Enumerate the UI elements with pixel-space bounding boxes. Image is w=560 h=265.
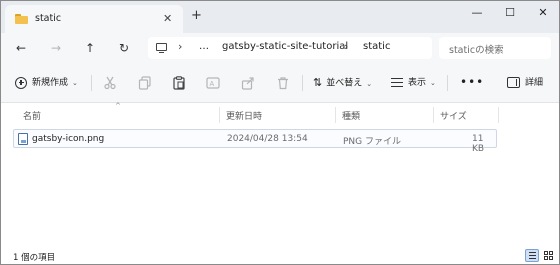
column-divider[interactable] <box>498 107 499 123</box>
search-input[interactable]: staticの検索 <box>449 42 504 56</box>
chevron-down-icon: ⌄ <box>430 79 436 87</box>
command-bar: 新規作成 ⌄ A ⇅ 並べ替え ⌄ 表示 ⌄ ••• 詳細 <box>1 63 559 103</box>
breadcrumb-static[interactable]: static <box>363 41 390 52</box>
png-file-icon <box>18 133 28 145</box>
address-bar[interactable]: › … gatsby-static-site-tutorial › static <box>148 37 432 59</box>
tab-static[interactable]: static ✕ <box>5 5 183 33</box>
navigation-bar: ← → ↑ ↻ › … gatsby-static-site-tutorial … <box>1 33 559 63</box>
toolbar-divider <box>447 75 448 91</box>
view-icon <box>391 77 403 88</box>
cut-icon[interactable] <box>103 76 117 90</box>
folder-icon <box>15 14 28 24</box>
column-header-size[interactable]: サイズ <box>440 109 467 122</box>
column-header-name[interactable]: 名前 <box>23 109 41 122</box>
minimize-button[interactable]: — <box>467 5 487 21</box>
delete-icon[interactable] <box>276 76 290 90</box>
maximize-button[interactable]: ☐ <box>500 5 520 21</box>
tab-title: static <box>35 13 62 24</box>
paste-icon[interactable] <box>172 76 186 90</box>
tiles-view-button[interactable] <box>542 249 556 262</box>
chevron-down-icon: ⌄ <box>72 79 78 87</box>
file-name: gatsby-icon.png <box>32 134 105 144</box>
new-button[interactable]: 新規作成 ⌄ <box>15 73 78 93</box>
new-tab-button[interactable]: + <box>191 9 202 22</box>
item-count: 1 個の項目 <box>13 253 56 263</box>
toolbar-divider <box>302 75 303 91</box>
table-row[interactable]: gatsby-icon.png 2024/04/28 13:54 PNG ファイ… <box>13 129 497 154</box>
more-options-button[interactable]: ••• <box>460 76 484 88</box>
details-view-button[interactable] <box>525 249 539 262</box>
svg-text:A: A <box>210 81 215 88</box>
sort-button[interactable]: ⇅ 並べ替え ⌄ <box>313 73 372 93</box>
share-icon[interactable] <box>241 76 255 90</box>
refresh-button[interactable]: ↻ <box>115 39 133 57</box>
file-explorer-window: static ✕ + — ☐ ✕ ← → ↑ ↻ › … gatsby-stat… <box>0 0 560 265</box>
status-bar: 1 個の項目 <box>1 245 559 264</box>
details-pane-button[interactable]: 詳細 <box>507 73 543 93</box>
column-header-modified[interactable]: 更新日時 <box>226 109 262 122</box>
title-tab-bar: static ✕ + — ☐ ✕ <box>1 1 559 33</box>
view-button[interactable]: 表示 ⌄ <box>391 73 436 93</box>
breadcrumb-separator[interactable]: › <box>178 40 182 53</box>
file-modified: 2024/04/28 13:54 <box>227 134 308 144</box>
file-list[interactable]: gatsby-icon.png 2024/04/28 13:54 PNG ファイ… <box>1 125 559 243</box>
new-icon <box>15 76 27 89</box>
forward-button[interactable]: → <box>47 39 65 57</box>
sort-ascending-indicator: ^ <box>115 102 121 110</box>
tab-close-button[interactable]: ✕ <box>163 12 172 25</box>
column-divider[interactable] <box>335 107 336 123</box>
sort-icon: ⇅ <box>313 76 323 89</box>
rename-icon[interactable]: A <box>206 76 220 90</box>
this-pc-icon[interactable] <box>156 43 167 54</box>
close-window-button[interactable]: ✕ <box>533 5 553 21</box>
back-button[interactable]: ← <box>12 39 30 57</box>
up-button[interactable]: ↑ <box>81 39 99 57</box>
column-divider[interactable] <box>219 107 220 123</box>
breadcrumb-overflow[interactable]: … <box>199 41 209 52</box>
column-divider[interactable] <box>433 107 434 123</box>
details-pane-icon <box>507 77 520 88</box>
breadcrumb-separator[interactable]: › <box>344 40 348 53</box>
toolbar-divider <box>91 75 92 91</box>
search-box[interactable]: staticの検索 <box>439 37 551 59</box>
file-size: 11 KB <box>472 134 485 154</box>
copy-icon[interactable] <box>138 76 152 90</box>
breadcrumb-gatsby-static-site-tutorial[interactable]: gatsby-static-site-tutorial <box>222 41 348 52</box>
chevron-down-icon: ⌄ <box>366 79 373 88</box>
file-type: PNG ファイル <box>343 137 401 147</box>
column-headers: ^ 名前 更新日時 種類 サイズ <box>1 102 559 125</box>
column-header-type[interactable]: 種類 <box>342 109 360 122</box>
